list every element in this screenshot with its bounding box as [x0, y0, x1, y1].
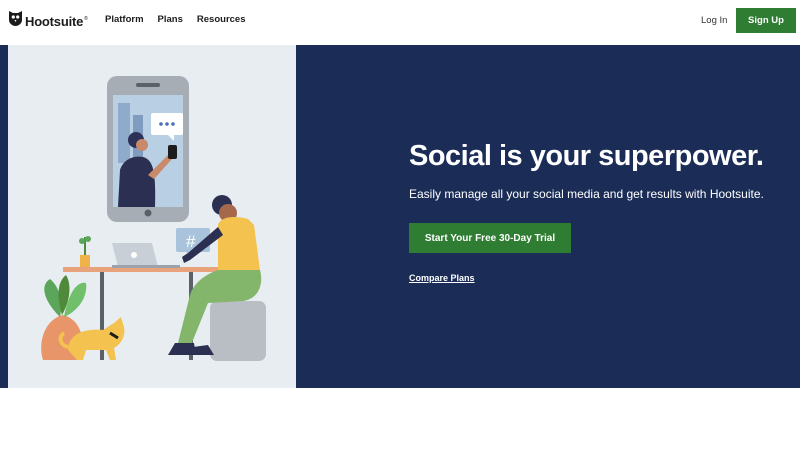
signup-button[interactable]: Sign Up [736, 8, 796, 33]
laptop-illustration [112, 243, 180, 268]
nav-platform[interactable]: Platform [105, 14, 144, 25]
main-nav: Platform Plans Resources [105, 14, 246, 25]
hero-subhead: Easily manage all your social media and … [409, 187, 764, 201]
site-header: Hootsuite ® Platform Plans Resources Log… [0, 0, 800, 45]
compare-plans-link[interactable]: Compare Plans [409, 273, 475, 283]
hootsuite-logo[interactable]: Hootsuite ® [9, 11, 88, 31]
owl-icon [9, 11, 22, 31]
hero-section: # Social is your superpower. Easily mana… [0, 45, 800, 388]
logo-text: Hootsuite [25, 13, 84, 29]
phone-illustration [107, 76, 189, 222]
nav-plans[interactable]: Plans [158, 14, 183, 25]
nav-resources[interactable]: Resources [197, 14, 246, 25]
hero-illustration: # [8, 45, 296, 388]
login-link[interactable]: Log In [701, 15, 727, 26]
hero-headline: Social is your superpower. [409, 140, 764, 172]
logo-trademark: ® [84, 16, 88, 22]
hero-text: Social is your superpower. Easily manage… [409, 140, 764, 201]
free-trial-button[interactable]: Start Your Free 30-Day Trial [409, 223, 571, 253]
